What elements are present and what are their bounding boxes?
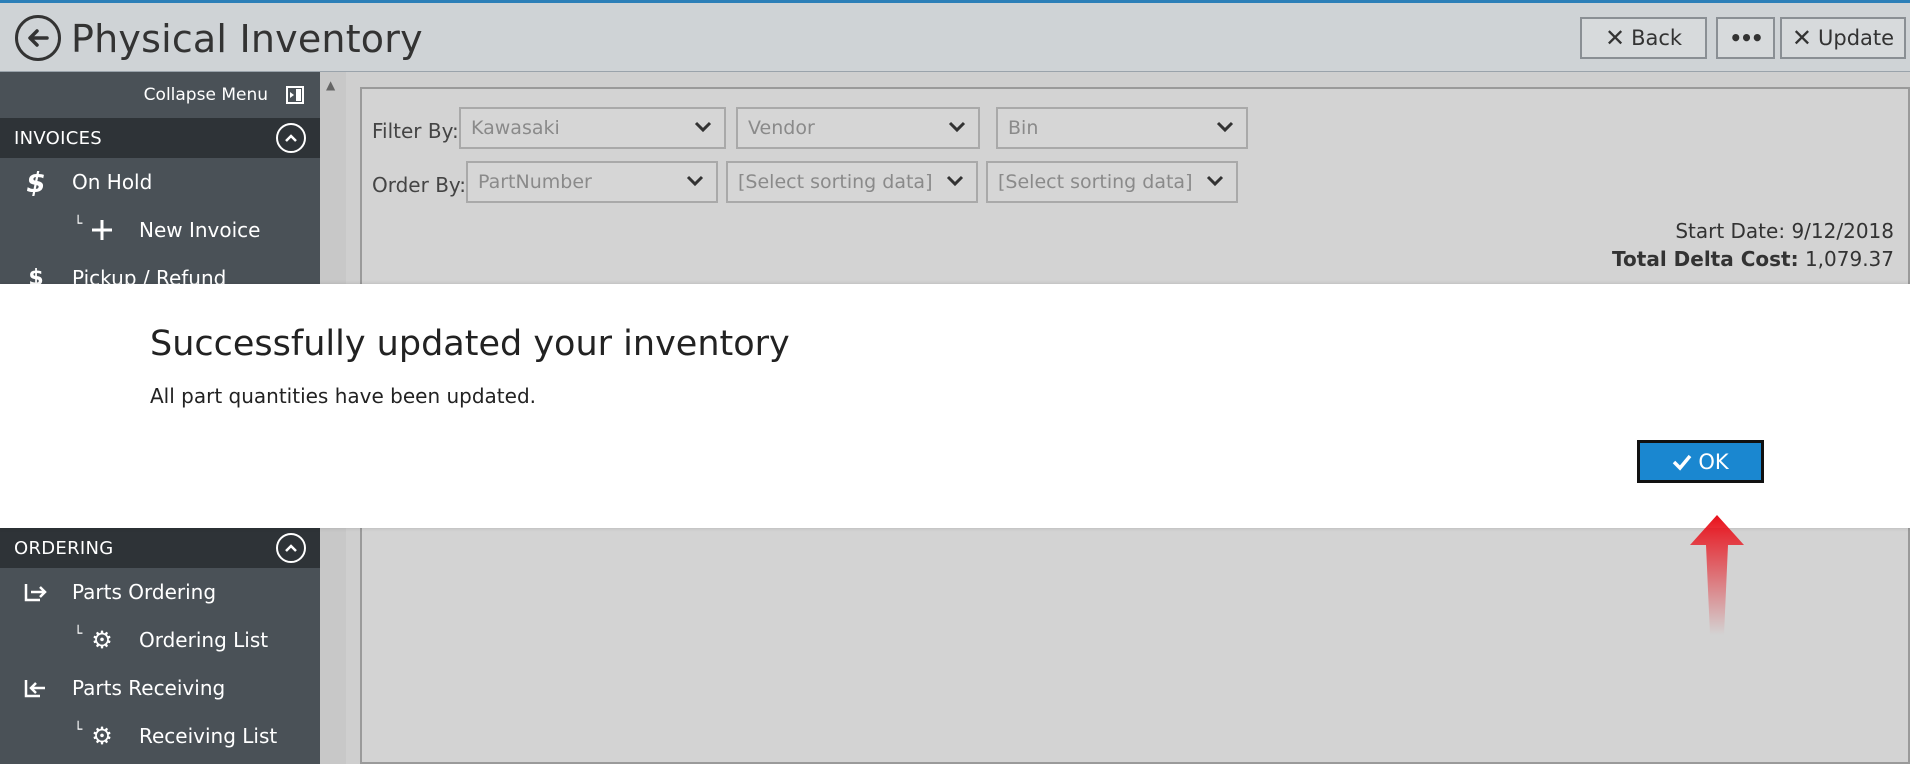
- sidebar-item-label: Receiving List: [139, 724, 278, 748]
- total-delta-cost: Total Delta Cost: 1,079.37: [1612, 247, 1894, 271]
- page-title: Physical Inventory: [71, 17, 423, 61]
- header-bar: Physical Inventory ✕ Back ••• ✕ Update: [0, 0, 1910, 72]
- section-invoices-title: INVOICES: [14, 127, 103, 149]
- scroll-up-icon[interactable]: ▲: [326, 78, 335, 92]
- ok-button-label: OK: [1698, 449, 1729, 474]
- more-button[interactable]: •••: [1716, 17, 1775, 59]
- parts-out-icon: [22, 578, 50, 606]
- total-delta-value: 1,079.37: [1804, 247, 1894, 271]
- start-date-label: Start Date:: [1675, 219, 1786, 243]
- tree-branch-icon: └: [74, 626, 83, 642]
- sidebar-item-parts-ordering[interactable]: Parts Ordering: [0, 568, 320, 616]
- chevron-down-icon: [1216, 121, 1234, 133]
- filter-vendor-select[interactable]: Vendor: [736, 107, 980, 149]
- update-button[interactable]: ✕ Update: [1780, 17, 1906, 59]
- chevron-down-icon: [686, 175, 704, 187]
- chevron-up-icon[interactable]: [276, 123, 306, 153]
- dollar-icon: $: [26, 165, 46, 199]
- close-icon: ✕: [1604, 24, 1626, 52]
- filter-bin-value: Bin: [1008, 117, 1039, 139]
- chevron-up-icon[interactable]: [276, 533, 306, 563]
- start-date: Start Date: 9/12/2018: [1675, 219, 1894, 243]
- tree-branch-icon: └: [74, 722, 83, 738]
- order-primary-value: PartNumber: [478, 171, 592, 193]
- chevron-down-icon: [948, 121, 966, 133]
- ok-button[interactable]: OK: [1637, 440, 1764, 483]
- order-by-label: Order By:: [372, 173, 467, 197]
- chevron-down-icon: [694, 121, 712, 133]
- collapse-menu-label: Collapse Menu: [143, 85, 268, 105]
- start-date-value: 9/12/2018: [1791, 219, 1894, 243]
- plus-icon: [88, 216, 116, 244]
- order-by-tertiary-select[interactable]: [Select sorting data]: [986, 161, 1238, 203]
- sidebar-item-label: Ordering List: [139, 628, 269, 652]
- gear-icon: ⚙: [91, 722, 113, 750]
- collapse-menu-button[interactable]: Collapse Menu: [0, 72, 320, 118]
- section-ordering[interactable]: ORDERING: [0, 528, 320, 568]
- parts-in-icon: [22, 674, 50, 702]
- gear-icon: ⚙: [91, 626, 113, 654]
- sidebar-item-label: On Hold: [72, 170, 153, 194]
- filter-vendor-value: Vendor: [748, 117, 815, 139]
- order-tertiary-value: [Select sorting data]: [998, 171, 1193, 193]
- chevron-down-icon: [1206, 175, 1224, 187]
- filter-make-select[interactable]: Kawasaki: [459, 107, 726, 149]
- filter-make-value: Kawasaki: [471, 117, 560, 139]
- filter-bin-select[interactable]: Bin: [996, 107, 1248, 149]
- chevron-down-icon: [946, 175, 964, 187]
- sidebar-item-ordering-list[interactable]: └ ⚙ Ordering List: [0, 616, 320, 664]
- sidebar-item-on-hold[interactable]: $ On Hold: [0, 158, 320, 206]
- dialog-message: All part quantities have been updated.: [150, 384, 536, 408]
- order-secondary-value: [Select sorting data]: [738, 171, 933, 193]
- annotation-arrow-icon: [1690, 515, 1744, 635]
- order-by-secondary-select[interactable]: [Select sorting data]: [726, 161, 978, 203]
- success-dialog: Successfully updated your inventory All …: [0, 284, 1910, 528]
- more-icon: •••: [1729, 26, 1763, 50]
- back-button-label: Back: [1631, 26, 1683, 50]
- sidebar-item-new-invoice[interactable]: └ New Invoice: [0, 206, 320, 254]
- sidebar-item-label: Parts Ordering: [72, 580, 217, 604]
- checkmark-icon: [1673, 454, 1692, 471]
- dialog-title: Successfully updated your inventory: [150, 324, 790, 364]
- section-invoices[interactable]: INVOICES: [0, 118, 320, 158]
- filter-by-label: Filter By:: [372, 119, 459, 143]
- collapse-panel-icon: [286, 86, 304, 104]
- section-ordering-title: ORDERING: [14, 537, 114, 559]
- arrow-left-icon: [28, 29, 49, 47]
- update-button-label: Update: [1818, 26, 1895, 50]
- sidebar-item-parts-receiving[interactable]: Parts Receiving: [0, 664, 320, 712]
- close-icon: ✕: [1791, 24, 1813, 52]
- sidebar-item-receiving-list[interactable]: └ ⚙ Receiving List: [0, 712, 320, 760]
- sidebar-item-label: Parts Receiving: [72, 676, 226, 700]
- order-by-primary-select[interactable]: PartNumber: [466, 161, 718, 203]
- tree-branch-icon: └: [74, 216, 83, 232]
- sidebar-item-label: New Invoice: [139, 218, 261, 242]
- back-button[interactable]: ✕ Back: [1580, 17, 1707, 59]
- back-arrow-button[interactable]: [15, 15, 61, 61]
- total-delta-label: Total Delta Cost:: [1612, 247, 1799, 271]
